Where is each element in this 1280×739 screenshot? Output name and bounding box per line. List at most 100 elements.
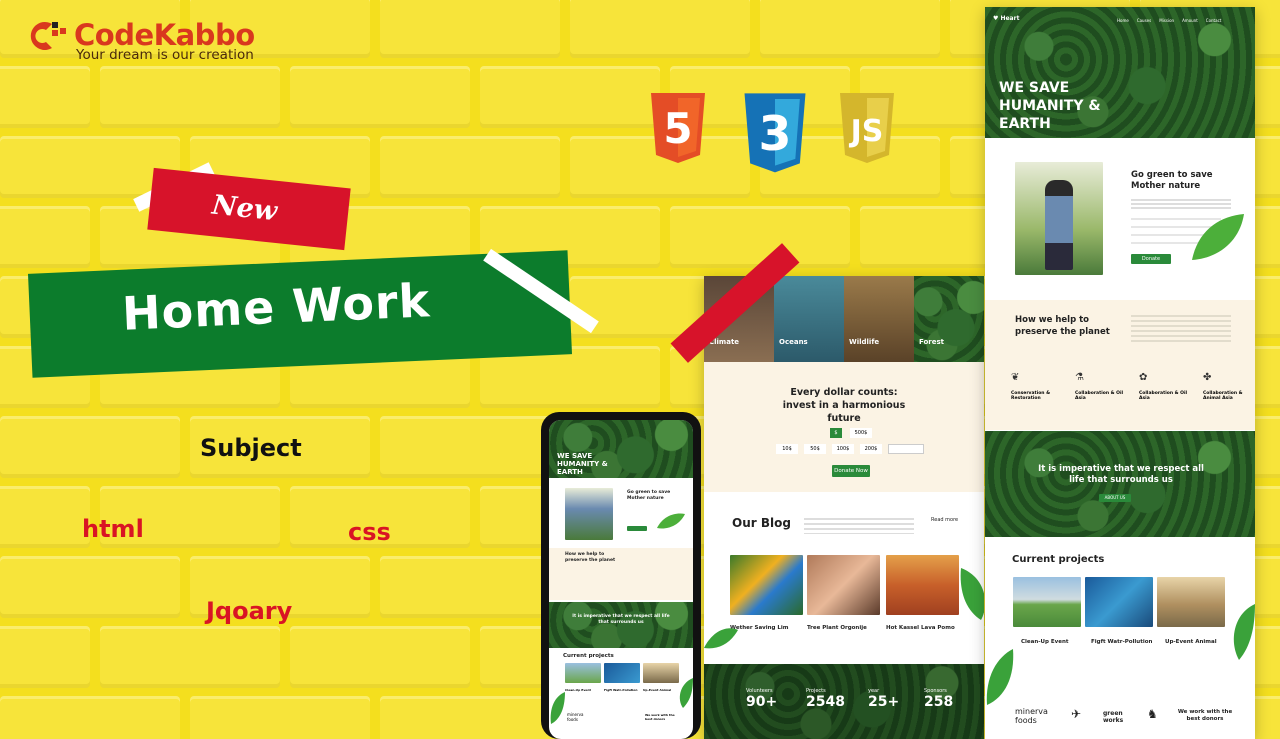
brick [570,0,750,58]
help-item-label: Collaboration & Oil Asia [1139,391,1188,401]
website-mockup-donate: Climate Oceans Wildlife Forest Every dol… [704,276,984,739]
phone-project-photo [604,663,640,683]
project-title[interactable]: Up-Event Animal [1165,639,1217,645]
stat-volunteers: Volunteers 90+ [746,688,786,710]
svg-text:3: 3 [759,107,792,162]
green-title: Go green to save Mother nature [1131,170,1213,191]
brick [0,486,90,548]
amount-option[interactable]: 500$ [850,428,872,438]
phone-projects-title: Current projects [563,653,614,659]
stat-year: year 25+ [868,688,904,710]
brick [0,696,180,739]
partner-minerva: minerva foods [1015,707,1048,725]
phone-project-photo [643,663,679,683]
donate-button[interactable]: Donate [1131,254,1171,264]
nav-item[interactable]: Home [1117,18,1129,23]
css3-icon: 3 [744,93,806,173]
brick [290,626,470,688]
category-oceans: Oceans [774,276,844,362]
blog-post-title[interactable]: Tree Plant Orgonije [807,625,867,631]
partner-greenworks: green works [1103,710,1124,724]
brick [0,626,90,688]
brick [380,416,560,478]
site-brand: Heart [1000,15,1020,22]
phone-volunteer-photo [565,488,613,540]
brick [670,206,850,268]
help-items: ❦ Conservation & Restoration ⚗ Collaborati… [1011,372,1251,401]
brick [380,556,560,618]
help-title: How we help to preserve the planet [1015,315,1110,337]
brick [100,626,280,688]
green-text [1131,199,1231,211]
phone-project-title[interactable]: Clean-Up Event [565,688,591,692]
brick [380,136,560,198]
brick [190,696,370,739]
help-item: ⚗ Collaboration & Oil Asia [1075,372,1131,401]
leaf-icon [679,678,693,708]
stat-sponsors: Sponsors 258 [924,688,960,710]
phone-project-photo [565,663,601,683]
read-more-link[interactable]: Read more [931,517,958,523]
nav-item[interactable]: Causes [1137,18,1151,23]
brick [0,206,90,268]
amount-option[interactable]: 200$ [860,444,882,454]
amount-option[interactable]: 100$ [832,444,854,454]
amount-row: 10$ 50$ 100$ 200$ [776,444,924,454]
project-title[interactable]: Clean-Up Event [1021,639,1069,645]
projects-title: Current projects [1012,554,1105,565]
help-item: ❦ Conservation & Restoration [1011,372,1067,401]
leaf-icon [986,649,1014,705]
subject-heading: Subject [200,434,302,462]
category-label: Oceans [779,338,808,346]
help-item-label: Collaboration & Animal Asia [1203,391,1243,401]
brick [0,556,180,618]
brick [480,66,660,128]
subject-item-css: css [348,518,391,546]
stat-value: 90+ [746,694,778,710]
nav-item[interactable]: Mission [1159,18,1174,23]
blog-post-title[interactable]: Hot Kassel Lava Pomo [886,625,955,631]
subject-item-html: html [82,515,144,543]
phone-green-title: Go green to save Mother nature [627,490,671,501]
nav-item[interactable]: Amount [1182,18,1198,23]
brick [0,416,180,478]
partner-bird-icon: ✈ [1071,707,1082,721]
html5-icon: 5 [651,93,705,163]
blog-photo-plant [807,555,880,615]
blog-post-title[interactable]: Wether Saving Lim [730,625,789,631]
amount-option[interactable]: 10$ [776,444,798,454]
project-title[interactable]: Figft Watr-Pollution [1091,639,1152,645]
donate-now-button[interactable]: Donate Now [832,465,870,477]
site-nav: Home Causes Mission Amount Contact [1117,18,1221,23]
brick [760,0,940,58]
blog-photo-parrots [730,555,803,615]
leaf-icon [1192,214,1244,260]
blog-intro [804,518,914,534]
phone-help-title: How we help to preserve the planet [565,552,616,563]
leaf-icon [960,568,984,620]
custom-amount-input[interactable] [888,444,924,454]
new-label: New [210,189,279,228]
nav-item[interactable]: Contact [1206,18,1222,23]
blog-photo-lava [886,555,959,615]
phone-project-title[interactable]: Figft Watr-Pollution [604,688,638,692]
person-figure [1045,180,1073,270]
plant-icon: ❦ [1011,372,1020,383]
stat-value: 258 [924,694,954,710]
bottle-icon: ⚗ [1075,372,1084,383]
phone-project-title[interactable]: Up-Event Animal [643,688,671,692]
subject-item-jquery: Jqoary [206,597,293,625]
site-logo: ♥ Heart [993,15,1019,22]
amount-selected: $ [830,428,842,438]
leaf-icon [657,513,685,529]
stat-projects: Projects 2548 [806,688,848,710]
project-photo-elephants [1157,577,1225,627]
phone-donate-button[interactable] [627,526,647,531]
about-us-button[interactable]: ABOUT US [1099,494,1131,502]
paw-icon: ✤ [1203,372,1212,383]
imperative-text: It is imperative that we respect all lif… [1038,464,1204,485]
amount-option[interactable]: 50$ [804,444,826,454]
phone-partners-caption: We work with the best donors [645,713,675,721]
phone-screen: WE SAVE HUMANITY & EARTH Go green to sav… [549,420,693,739]
invest-title: Every dollar counts: invest in a harmoni… [782,387,906,424]
